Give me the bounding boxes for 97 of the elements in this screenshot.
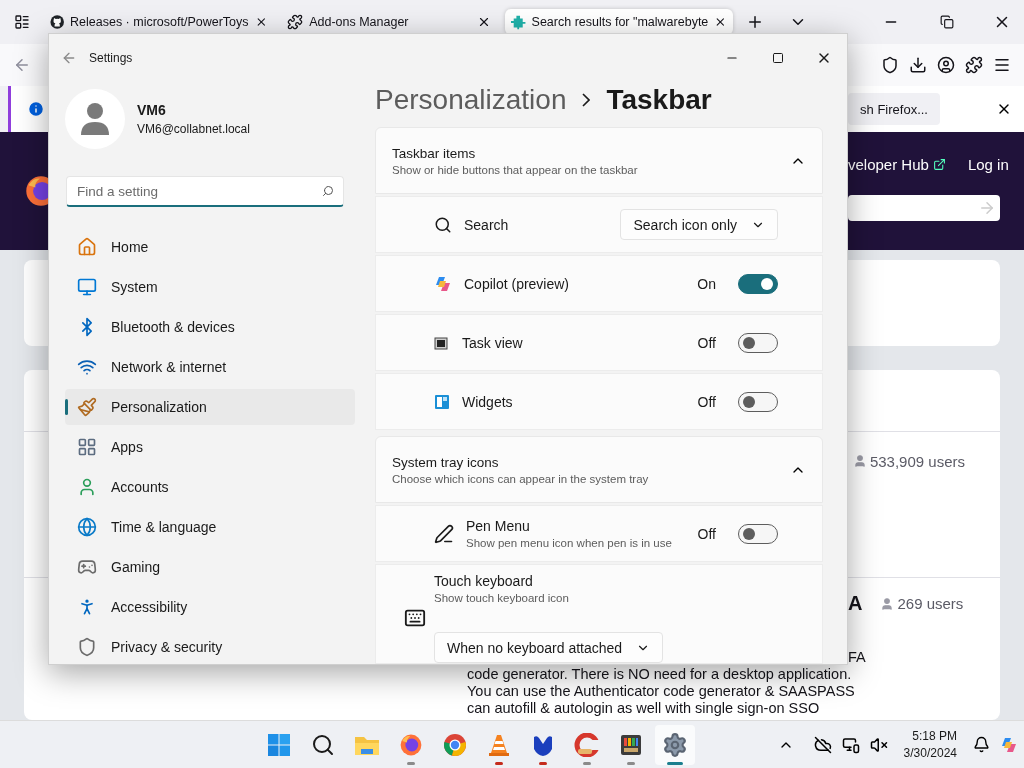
settings-icon [662,731,688,758]
paintbrush-icon [77,397,97,417]
setting-description: Show pen menu icon when pen is in use [466,537,673,549]
info-icon [27,100,45,118]
header-link[interactable]: veloper Hub [848,155,946,173]
result-title[interactable]: A [848,592,863,615]
toggle-state: Off [697,334,716,351]
group-header[interactable]: System tray icons Choose which icons can appear in the system tray [375,436,823,503]
setting-label: Copilot (preview) [464,275,571,292]
wifi-icon [77,357,97,377]
setting-description: Show touch keyboard icon [434,592,570,604]
nav-item[interactable]: Accessibility [65,589,355,625]
notification-button[interactable]: sh Firefox... [848,93,940,125]
nav-item[interactable]: Home [65,229,355,265]
nav-item[interactable]: Gaming [65,549,355,585]
pen-icon [434,523,454,544]
windows-logo-icon [267,732,291,757]
toggle-switch[interactable] [738,391,778,412]
puzzle-icon [287,14,304,30]
firefox-icon [399,732,423,757]
group-description: Choose which icons can appear in the system tray [392,472,650,485]
copilot-icon [1000,735,1018,754]
breadcrumb-parent[interactable]: Personalization [375,83,567,116]
description-text: can autofill & autologin as well with single sign-on SSO [467,700,821,717]
group-description: Show or hide buttons that appear on the taskbar [392,163,639,176]
tab-title: Add-ons Manager [309,15,410,29]
setting-label: Search [464,216,510,233]
back-icon[interactable] [61,50,77,66]
chevron-right-icon [582,92,591,107]
description-text: You can use the Authenticator code generator & SAASPASS [467,683,856,700]
window-title: Settings [89,51,133,65]
search-field[interactable] [848,194,1000,221]
nav-item[interactable]: Accounts [65,469,355,505]
browser-tab[interactable]: Add-ons Manager [281,9,498,35]
tab-title: Releases · microsoft/PowerToys [70,15,249,29]
search-field[interactable]: Find a setting [66,176,344,207]
keyboard-icon [404,607,426,629]
volume-mute-icon[interactable] [869,735,888,754]
setting-label: Widgets [462,393,514,410]
user-count: 533,909 users [852,450,965,472]
toggle-state: Off [697,525,716,542]
dropdown[interactable]: Search icon only [620,209,778,240]
globe-icon [77,517,97,537]
search-icon [434,215,452,234]
user-icon [852,454,867,468]
cloud-off-icon[interactable] [813,735,832,754]
widgets-icon [434,393,450,410]
person-icon [77,477,97,497]
shield-icon [77,637,97,657]
search-icon [322,185,334,197]
nav-item[interactable]: Bluetooth & devices [65,309,355,345]
search-icon [311,732,335,757]
close-icon[interactable] [714,15,727,29]
maximize-icon [772,52,784,64]
setting-label: Touch keyboard [434,573,534,589]
gamepad-icon [77,557,97,577]
toggle-state: On [697,275,716,292]
nav-item[interactable]: Apps [65,429,355,465]
group-title: Taskbar items [392,145,477,161]
tab-title: Search results for "malwarebyte [531,15,709,29]
github-icon [49,14,65,30]
external-link-icon [932,157,946,171]
toggle-switch[interactable] [738,332,778,353]
description-text: code generator. There is NO need for a desktop application. [467,666,853,683]
page-title: Taskbar [606,83,712,116]
nav-item[interactable]: Time & language [65,509,355,545]
setting-label: Pen Menu [466,518,531,534]
nav-item[interactable]: System [65,269,355,305]
user-count: 269 users [880,592,964,615]
network-icon[interactable] [841,735,860,754]
apps-grid-icon [77,437,97,457]
user-email: VM6@collabnet.local [137,122,250,136]
nav-item[interactable]: Privacy & security [65,629,355,664]
toggle-switch[interactable] [738,523,778,544]
traffic-cone-icon [487,732,511,757]
toggle-switch[interactable] [738,273,778,294]
nav-item[interactable]: Network & internet [65,349,355,385]
clock[interactable]: 5:18 PM 3/30/2024 [903,729,957,760]
user-icon [880,596,895,611]
puzzle-icon [511,14,526,30]
setting-label: Task view [462,334,524,351]
nav-item[interactable]: Personalization [65,389,355,425]
monitor-icon [77,277,97,297]
description-text: FA [848,649,866,665]
chrome-icon [443,732,467,757]
group-header[interactable]: Taskbar items Show or hide buttons that appear on the taskbar [375,127,823,194]
copilot-icon [434,274,452,293]
dropdown[interactable]: When no keyboard attached [434,632,664,663]
group-title: System tray icons [392,454,500,470]
house-icon [77,237,97,257]
user-name: VM6 [137,102,167,118]
browser-tab[interactable]: Search results for "malwarebyte [505,9,733,35]
browser-tab[interactable]: Releases · microsoft/PowerToys [43,9,274,35]
login-link[interactable]: Log in [967,155,1009,173]
bell-icon[interactable] [973,736,990,753]
toggle-state: Off [697,393,716,410]
task-view-icon [434,334,450,351]
